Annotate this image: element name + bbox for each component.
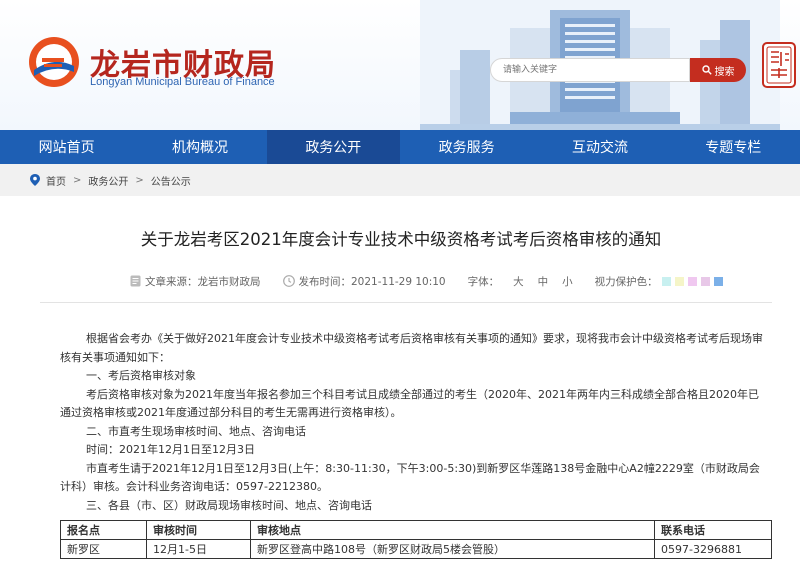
- paragraph: 时间：2021年12月1日至12月3日: [86, 443, 255, 456]
- paragraph: 一、考后资格审核对象: [86, 369, 196, 382]
- breadcrumb-separator: >: [135, 174, 144, 186]
- nav-topics[interactable]: 专题专栏: [667, 130, 800, 164]
- city-seal-icon: [762, 42, 796, 88]
- search-input[interactable]: [490, 58, 690, 82]
- font-size-label: 字体：: [467, 275, 500, 288]
- breadcrumb-separator: >: [73, 174, 82, 186]
- breadcrumb-announcements[interactable]: 公告公示: [151, 173, 191, 188]
- table-cell: 新罗区登高中路108号（新罗区财政局5楼会管股）: [250, 539, 655, 559]
- vision-color-swatch[interactable]: [674, 276, 684, 286]
- paragraph: 根据省会考办《关于做好2021年度会计专业技术中级资格考试考后资格审核有关事项的…: [60, 332, 763, 364]
- nav-interaction[interactable]: 互动交流: [533, 130, 666, 164]
- site-subtitle: Longyan Municipal Bureau of Finance: [90, 76, 275, 88]
- table-header: 联系电话: [654, 520, 772, 540]
- paragraph: 三、各县（市、区）财政局现场审核时间、地点、咨询电话: [86, 498, 372, 512]
- vision-color-swatch[interactable]: [700, 276, 710, 286]
- article-source: 文章来源：龙岩市财政局: [145, 275, 261, 288]
- breadcrumb-gov-affairs[interactable]: 政务公开: [88, 173, 128, 188]
- nav-about[interactable]: 机构概况: [133, 130, 266, 164]
- publish-time: 发布时间：2021-11-29 10:10: [298, 275, 446, 288]
- site-header: 龙岩市财政局 Longyan Municipal Bureau of Finan…: [0, 0, 800, 130]
- document-icon: [130, 275, 141, 287]
- table-cell: 0597-3296881: [654, 539, 772, 559]
- location-icon: [30, 174, 40, 186]
- paragraph: 市直考生请于2021年12月1日至12月3日(上午：8:30-11:30，下午3…: [60, 461, 760, 494]
- font-size-large[interactable]: 大: [513, 274, 524, 289]
- article-body: 根据省会考办《关于做好2021年度会计专业技术中级资格考试考后资格审核有关事项的…: [60, 330, 765, 515]
- article: 关于龙岩考区2021年度会计专业技术中级资格考试考后资格审核的通知 文章来源：龙…: [30, 196, 772, 562]
- vision-color-swatch[interactable]: [687, 276, 697, 286]
- table-header: 审核地点: [250, 520, 655, 540]
- table-row: 新罗区 12月1-5日 新罗区登高中路108号（新罗区财政局5楼会管股） 059…: [60, 539, 772, 559]
- table-cell: 新罗区: [60, 539, 147, 559]
- vision-color-swatch[interactable]: [661, 276, 671, 286]
- vision-color-swatch[interactable]: [713, 276, 723, 286]
- search-button[interactable]: 搜索: [690, 58, 746, 82]
- logo-icon: [29, 37, 79, 87]
- breadcrumb-home[interactable]: 首页: [46, 173, 66, 188]
- search-icon: [701, 65, 712, 75]
- table-cell: 12月1-5日: [146, 539, 251, 559]
- article-meta: 文章来源：龙岩市财政局 发布时间：2021-11-29 10:10 字体： 大 …: [130, 272, 760, 290]
- font-size-medium[interactable]: 中: [538, 274, 549, 289]
- clock-icon: [282, 275, 295, 287]
- nav-gov-affairs[interactable]: 政务公开: [266, 130, 400, 164]
- review-table: 报名点 审核时间 审核地点 联系电话 新罗区 12月1-5日 新罗区登高中路10…: [60, 520, 772, 559]
- table-header: 审核时间: [146, 520, 251, 540]
- font-size-small[interactable]: 小: [562, 274, 573, 289]
- table-header: 报名点: [60, 520, 147, 540]
- paragraph: 考后资格审核对象为2021年度当年报名参加三个科目考试且成绩全部通过的考生（20…: [60, 387, 759, 420]
- breadcrumb: 首页 > 政务公开 > 公告公示: [0, 164, 800, 196]
- main-nav: 网站首页 机构概况 政务公开 政务服务 互动交流 专题专栏: [0, 130, 800, 164]
- nav-home[interactable]: 网站首页: [0, 130, 133, 164]
- nav-services[interactable]: 政务服务: [400, 130, 533, 164]
- meta-divider: [40, 302, 772, 303]
- article-title: 关于龙岩考区2021年度会计专业技术中级资格考试考后资格审核的通知: [140, 230, 662, 249]
- table-header-row: 报名点 审核时间 审核地点 联系电话: [60, 520, 772, 540]
- search-button-label: 搜索: [714, 66, 735, 78]
- paragraph: 二、市直考生现场审核时间、地点、咨询电话: [86, 424, 306, 438]
- vision-protect-label: 视力保护色：: [594, 275, 658, 288]
